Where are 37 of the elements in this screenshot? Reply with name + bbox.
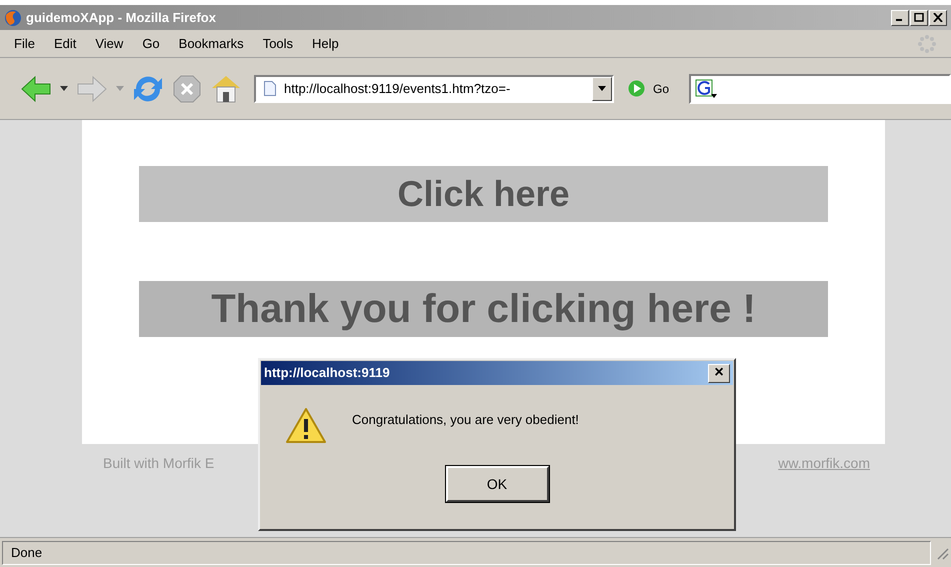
back-arrow-icon[interactable]: [20, 74, 52, 102]
dialog-title: http://localhost:9119: [264, 364, 390, 382]
menu-item[interactable]: Bookmarks: [178, 34, 244, 54]
home-icon[interactable]: [210, 74, 242, 104]
window-title: guidemoXApp - Mozilla Firefox: [26, 8, 216, 27]
caret-icon: [598, 86, 606, 91]
dropdown-arrow-icon[interactable]: [60, 86, 68, 91]
maximize-icon: [914, 13, 924, 22]
throbber-icon: [917, 34, 937, 54]
maximize-button[interactable]: [910, 10, 928, 26]
play-icon: [628, 80, 645, 97]
footer-text: Built with Morfik E: [103, 454, 214, 473]
dialog-message: Congratulations, you are very obedient!: [352, 411, 579, 429]
close-icon: [933, 13, 943, 22]
resize-grip-icon: [935, 546, 949, 560]
menu-item[interactable]: View: [95, 34, 124, 54]
close-button[interactable]: ×: [708, 364, 730, 382]
search-field[interactable]: [689, 74, 951, 104]
click-here-button[interactable]: Click here: [139, 166, 828, 222]
warning-icon: [285, 407, 327, 444]
thank-you-message: Thank you for clicking here !: [139, 281, 828, 337]
minimize-button[interactable]: [891, 10, 909, 26]
menu-item[interactable]: Edit: [54, 34, 76, 54]
menu-item[interactable]: Help: [312, 34, 339, 54]
search-engine-icon: [695, 78, 720, 98]
dropdown-button[interactable]: [592, 76, 612, 100]
stop-icon[interactable]: [172, 74, 202, 104]
go-button[interactable]: Go: [628, 80, 670, 98]
page-icon: [264, 81, 276, 96]
close-button[interactable]: [929, 10, 947, 26]
globe-icon: [4, 8, 22, 26]
ok-button[interactable]: OK: [446, 466, 548, 502]
address-field[interactable]: http://localhost:9119/events1.htm?tzo=-: [254, 74, 614, 102]
menu-item[interactable]: Go: [142, 34, 160, 54]
menu-item[interactable]: Tools: [262, 34, 294, 54]
status-bar: Done: [2, 540, 931, 564]
menu-item[interactable]: File: [14, 34, 35, 54]
